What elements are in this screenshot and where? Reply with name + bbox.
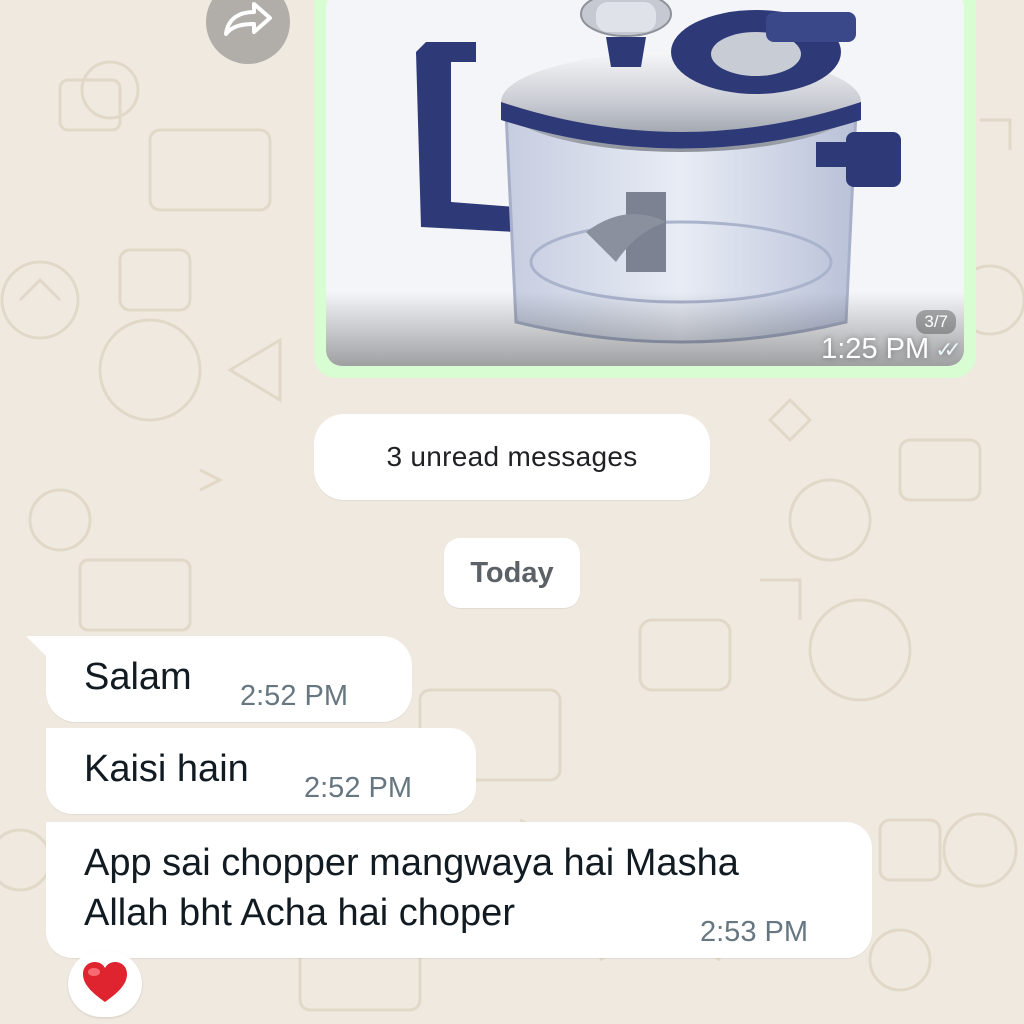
date-divider: Today: [444, 538, 580, 608]
message-text: Salam: [84, 656, 192, 698]
bubble-tail: [26, 636, 48, 658]
message-text: Kaisi hain: [84, 748, 249, 790]
message-reaction[interactable]: [68, 951, 142, 1017]
album-counter: 3/7: [916, 310, 956, 334]
message-time: 2:53 PM: [700, 916, 808, 948]
incoming-message[interactable]: Salam 2:52 PM: [46, 636, 412, 722]
message-time: 2:52 PM: [304, 772, 412, 804]
incoming-message[interactable]: App sai chopper mangwaya hai Masha Allah…: [46, 822, 872, 958]
unread-label: 3 unread messages: [386, 441, 638, 472]
forward-icon: [220, 0, 276, 45]
double-check-icon: ✓✓: [935, 336, 962, 362]
message-time: 1:25 PM: [821, 333, 930, 365]
chopper-product-image[interactable]: [326, 0, 964, 366]
incoming-message[interactable]: Kaisi hain 2:52 PM: [46, 728, 476, 814]
heart-icon: [81, 960, 129, 1009]
outgoing-image-message[interactable]: 3/7 1:25 PM ✓✓: [314, 0, 976, 378]
date-label: Today: [470, 556, 554, 589]
unread-messages-divider: 3 unread messages: [314, 414, 710, 500]
message-time: 2:52 PM: [240, 680, 348, 712]
message-text-line: Allah bht Acha hai choper: [84, 892, 515, 934]
message-text-line: App sai chopper mangwaya hai Masha: [84, 842, 739, 884]
message-meta: 1:25 PM ✓✓: [821, 333, 962, 366]
